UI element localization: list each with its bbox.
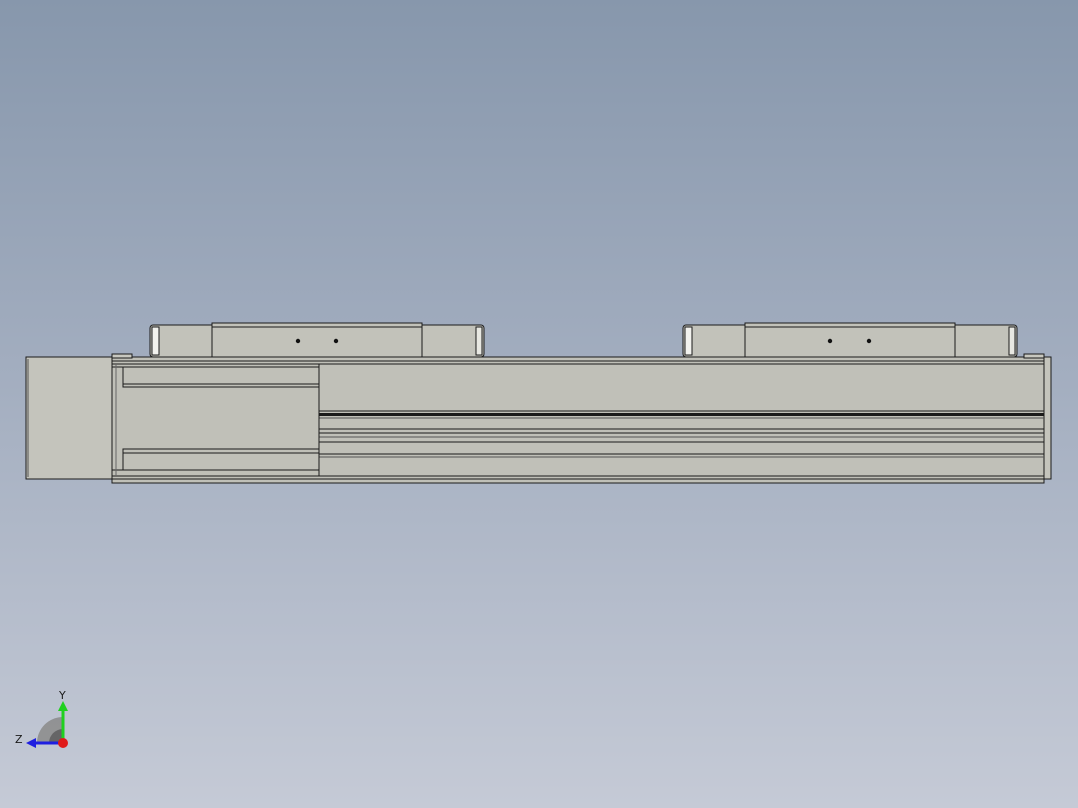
model-view[interactable] — [0, 0, 1078, 808]
mounting-hole — [333, 338, 339, 344]
mounting-hole — [295, 338, 301, 344]
x-axis-icon — [58, 738, 68, 748]
carriage-left[interactable] — [149, 322, 485, 358]
z-axis-label: Z — [15, 733, 23, 746]
mounting-hole — [827, 338, 833, 344]
carriage-right[interactable] — [682, 322, 1018, 358]
rail-body[interactable] — [111, 353, 1052, 484]
mounting-hole — [866, 338, 872, 344]
graphics-viewport[interactable]: Y Z — [0, 0, 1078, 808]
orientation-triad: Y Z — [15, 689, 68, 748]
motor-housing[interactable] — [25, 356, 113, 480]
y-axis-label: Y — [58, 689, 66, 702]
